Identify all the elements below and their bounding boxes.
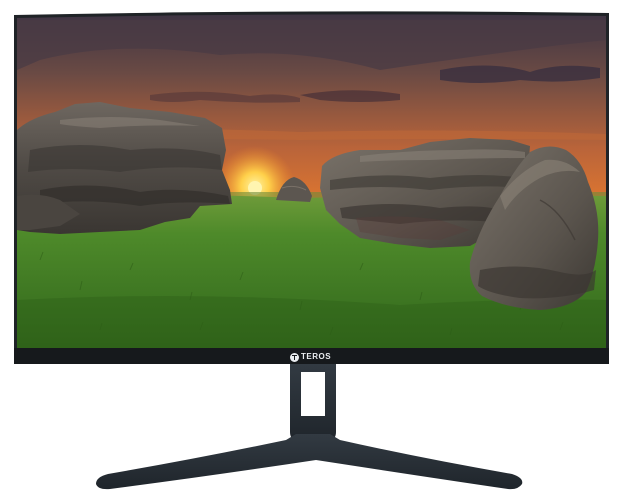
stand-cutout [301, 372, 325, 416]
product-photo: TEROS [0, 0, 624, 503]
screen-wallpaper [17, 14, 606, 351]
teros-logo-icon [290, 352, 299, 362]
monitor-illustration [14, 11, 609, 490]
brand-name: TEROS [301, 352, 332, 361]
brand-logo: TEROS [290, 351, 331, 363]
stand-base [96, 434, 523, 490]
